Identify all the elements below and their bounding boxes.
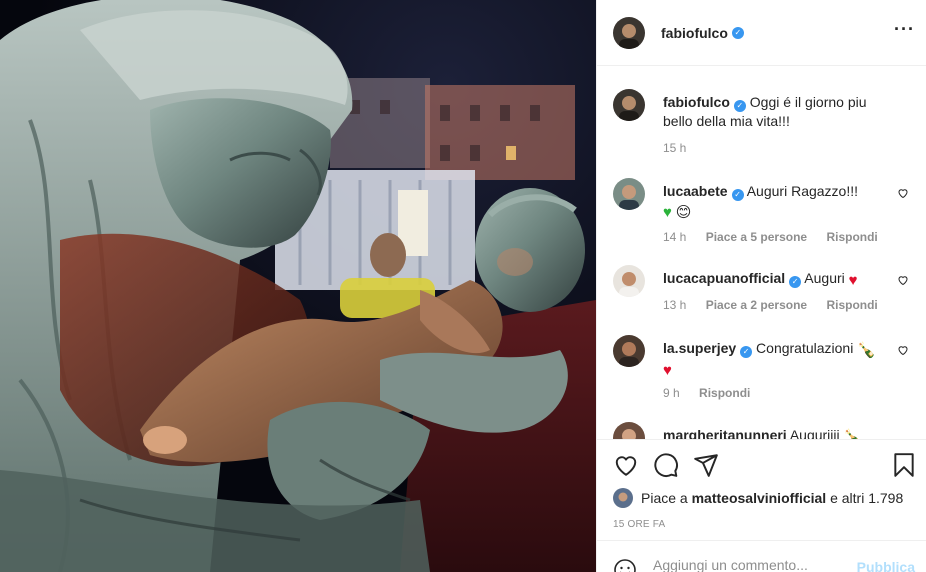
comment-text-block: margheritanunneri Auguriiii 🍾 — [663, 426, 889, 439]
like-comment-heart-icon[interactable] — [897, 187, 909, 199]
like-comment-heart-icon[interactable] — [897, 344, 909, 356]
more-horizontal-icon[interactable]: ··· — [894, 20, 915, 38]
add-comment-input[interactable] — [653, 557, 843, 572]
verified-badge-icon: ✓ — [789, 276, 802, 288]
avatar[interactable] — [613, 335, 645, 367]
comment-text: Auguri — [804, 270, 845, 286]
comment-username[interactable]: lucaabete — [663, 183, 728, 199]
comment-likes[interactable]: Piace a 2 persone — [706, 298, 807, 312]
comment-meta: 14 h Piace a 5 persone Rispondi — [663, 230, 894, 244]
avatar[interactable] — [613, 178, 645, 210]
post-photo[interactable] — [0, 0, 596, 572]
reply-button[interactable]: Rispondi — [826, 298, 877, 312]
post-actions: Piace a matteosalviniofficial e altri 1.… — [597, 439, 926, 572]
author-username[interactable]: fabiofulco — [661, 25, 728, 41]
likes-others[interactable]: e altri 1.798 — [830, 490, 903, 506]
smiling-face-emoji-icon: 😊 — [675, 204, 692, 221]
post-header: fabiofulco ✓ ··· — [597, 0, 926, 66]
like-comment-heart-icon[interactable] — [897, 274, 909, 286]
verified-badge-icon: ✓ — [740, 346, 753, 358]
avatar[interactable] — [613, 488, 633, 508]
commenter-avatar-image — [613, 265, 645, 297]
avatar[interactable] — [613, 422, 645, 439]
red-heart-emoji-icon: ♥ — [848, 272, 858, 289]
post-time-ago[interactable]: 15 ORE FA — [613, 519, 665, 530]
commenter-avatar-image — [613, 422, 645, 439]
green-heart-emoji-icon: ♥ — [663, 204, 672, 221]
caption-meta: 15 h — [663, 141, 702, 155]
comment-text-block: la.superjey ✓ Congratulazioni 🍾 ♥ — [663, 339, 889, 379]
comment-text: Auguri Ragazzo!!! — [746, 183, 859, 199]
instagram-post-view: fabiofulco ✓ ··· fabiofulco ✓ Oggi é il g… — [0, 0, 926, 572]
caption-username[interactable]: fabiofulco — [663, 94, 730, 110]
comment-text-block: lucacapuanofficial ✓ Auguri ♥ — [663, 269, 889, 289]
caption-time[interactable]: 15 h — [663, 141, 686, 155]
reply-button[interactable]: Rispondi — [826, 230, 877, 244]
comment-time[interactable]: 9 h — [663, 386, 680, 400]
save-bookmark-icon[interactable] — [891, 452, 917, 478]
comment-bubble-icon[interactable] — [653, 452, 679, 478]
reply-button[interactable]: Rispondi — [699, 386, 750, 400]
emoji-picker-icon[interactable] — [613, 558, 637, 572]
comment-meta: 9 h Rispondi — [663, 386, 766, 400]
comment-text: Congratulazioni — [756, 340, 854, 356]
add-comment-bar: Pubblica — [597, 540, 926, 572]
liker-avatar-image — [613, 488, 633, 508]
avatar[interactable] — [613, 89, 645, 121]
comment-time[interactable]: 14 h — [663, 230, 686, 244]
champagne-emoji-icon: 🍾 — [843, 429, 863, 440]
comments-list[interactable]: fabiofulco ✓ Oggi é il giorno piu bello d… — [597, 67, 926, 439]
comment-text-block: lucaabete ✓ Auguri Ragazzo!!! ♥ 😊 — [663, 182, 889, 221]
caption-text-block: fabiofulco ✓ Oggi é il giorno piu bello d… — [663, 93, 889, 130]
comment-username[interactable]: margheritanunneri — [663, 427, 787, 439]
publish-button[interactable]: Pubblica — [857, 559, 915, 572]
verified-badge-icon: ✓ — [731, 189, 744, 201]
top-liker-username[interactable]: matteosalviniofficial — [692, 490, 827, 506]
likes-summary: Piace a matteosalviniofficial e altri 1.… — [613, 488, 903, 508]
verified-badge-icon: ✓ — [731, 26, 744, 39]
comment-text: Auguriiii — [789, 427, 840, 439]
avatar[interactable] — [613, 265, 645, 297]
comment-meta: 13 h Piace a 2 persone Rispondi — [663, 298, 894, 312]
verified-badge-icon: ✓ — [733, 100, 746, 112]
likes-prefix: Piace a — [641, 490, 688, 506]
commenter-avatar-image — [613, 178, 645, 210]
commenter-avatar-image — [613, 335, 645, 367]
comment-time[interactable]: 13 h — [663, 298, 686, 312]
caption-avatar-image — [613, 89, 645, 121]
comment-username[interactable]: lucacapuanofficial — [663, 270, 785, 286]
author-avatar-image — [613, 16, 645, 49]
comment-likes[interactable]: Piace a 5 persone — [706, 230, 807, 244]
avatar[interactable] — [613, 16, 645, 49]
statue-photo-image — [0, 0, 596, 572]
champagne-emoji-icon: 🍾 — [857, 342, 876, 359]
comment-username[interactable]: la.superjey — [663, 340, 736, 356]
share-send-icon[interactable] — [693, 452, 719, 478]
like-heart-icon[interactable] — [613, 452, 639, 478]
red-heart-emoji-icon: ♥ — [663, 362, 672, 379]
post-side-panel: fabiofulco ✓ ··· fabiofulco ✓ Oggi é il g… — [596, 0, 926, 572]
